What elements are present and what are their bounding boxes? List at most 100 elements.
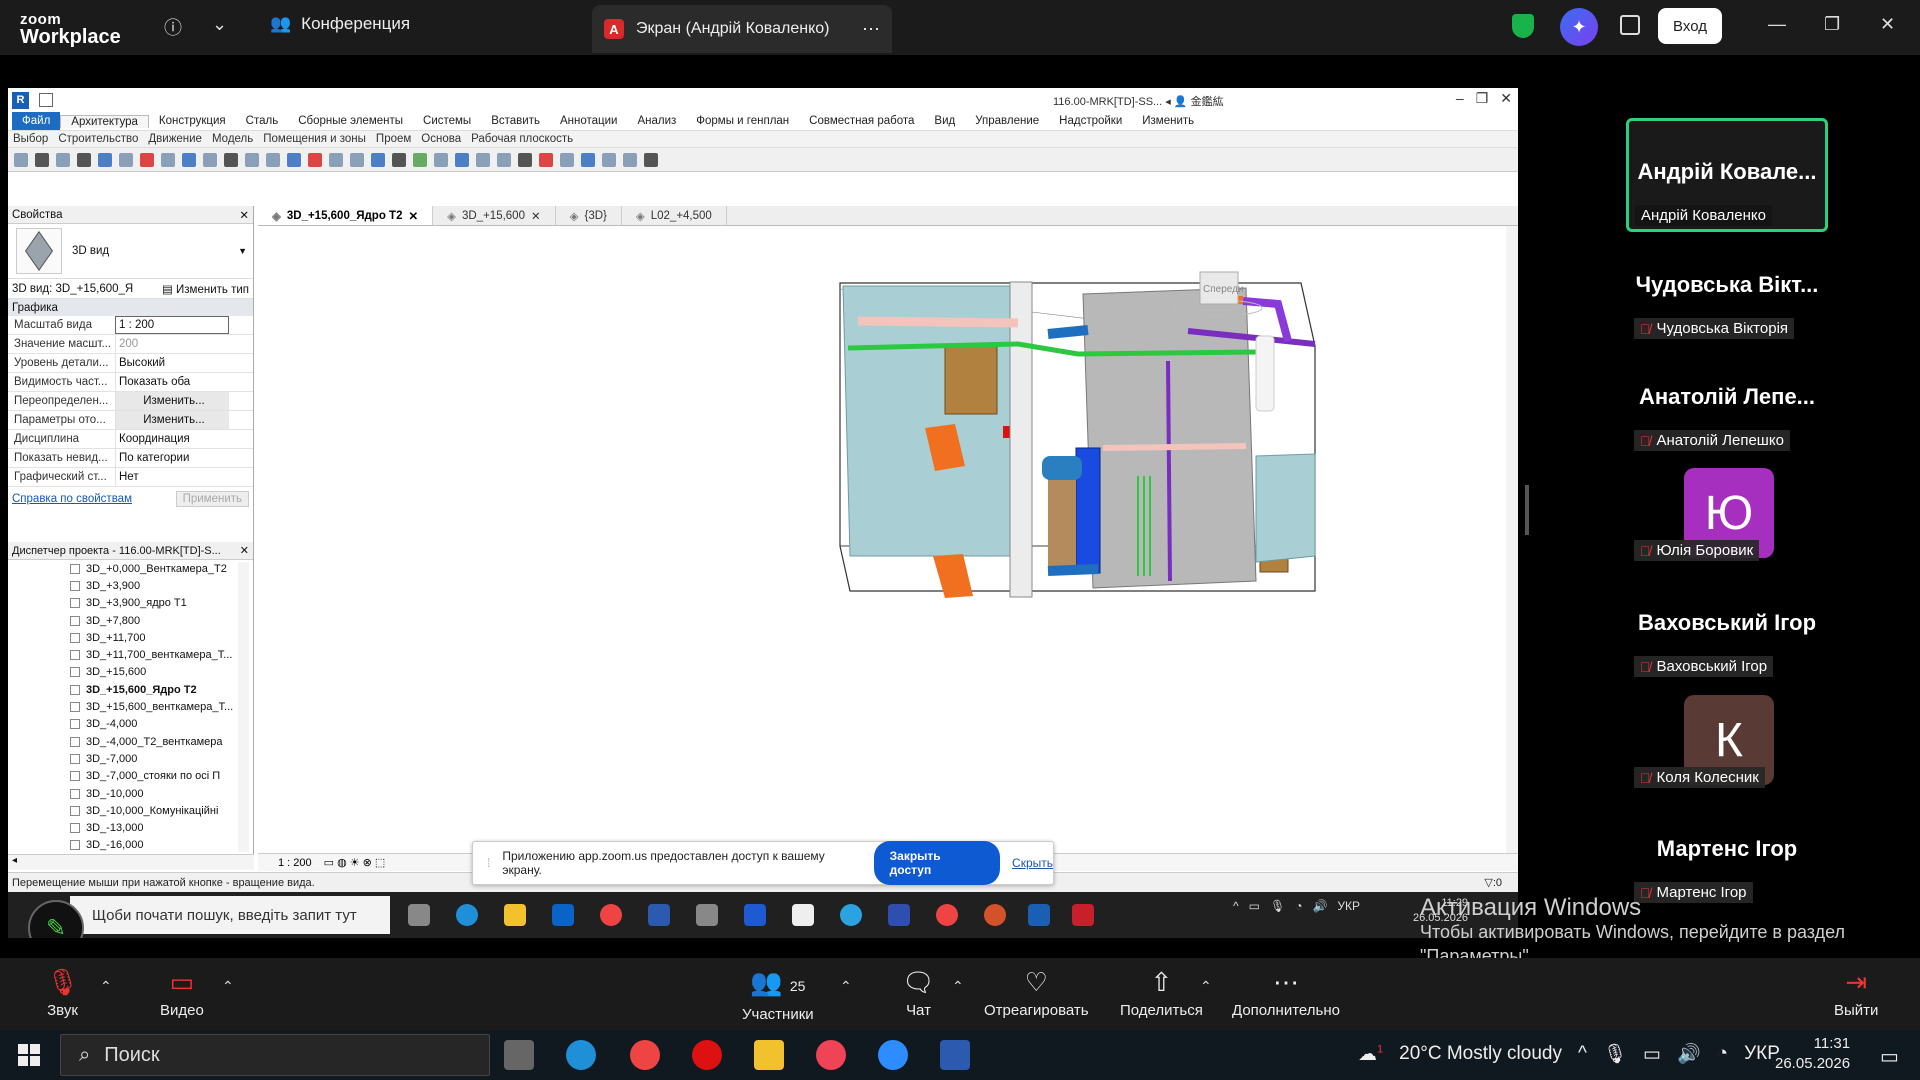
task-view-icon[interactable]: [504, 1040, 534, 1070]
toolbar-tool-icon[interactable]: [287, 152, 301, 167]
browser-view-item[interactable]: 3D_+3,900: [8, 577, 253, 594]
ribbon-subtab[interactable]: Выбор: [8, 133, 53, 145]
tray-chevron-icon[interactable]: ^: [1578, 1043, 1587, 1065]
ribbon-subtab[interactable]: Помещения и зоны: [258, 133, 371, 145]
type-selector[interactable]: 3D вид ▼: [8, 224, 253, 279]
chrome-taskbar-icon[interactable]: [630, 1040, 660, 1070]
browser-view-item[interactable]: 3D_+11,700_венткамера_Т...: [8, 646, 253, 663]
ribbon-subtab[interactable]: Проем: [371, 133, 416, 145]
ribbon-tab[interactable]: Управление: [965, 115, 1049, 127]
participant-tile[interactable]: Андрій Ковале... Андрій Коваленко: [1626, 118, 1828, 232]
panel-splitter[interactable]: [1525, 485, 1529, 535]
revit-close-icon[interactable]: ✕: [1500, 90, 1512, 107]
toolbar-tool-icon[interactable]: [98, 152, 112, 167]
explorer-icon[interactable]: [504, 904, 526, 926]
revit-minimize-icon[interactable]: –: [1456, 90, 1464, 107]
toolbar-tool-icon[interactable]: [140, 152, 154, 167]
view-tab[interactable]: ◈ {3D}: [556, 206, 622, 225]
weather-text[interactable]: 20°C Mostly cloudy: [1399, 1043, 1562, 1065]
view-scale[interactable]: 1 : 200: [278, 857, 312, 869]
ribbon-tab[interactable]: Аннотации: [550, 115, 627, 127]
participant-tile[interactable]: Чудовська Вікт... 🎙̸ Чудовська Вікторія: [1626, 272, 1828, 339]
type-dropdown-icon[interactable]: ▼: [238, 246, 247, 256]
toolbar-tool-icon[interactable]: [371, 152, 385, 167]
toolbar-tool-icon[interactable]: [77, 152, 91, 167]
participant-tile[interactable]: Ваховський Ігор 🎙̸ Ваховський Ігор: [1626, 610, 1828, 677]
toolbar-tool-icon[interactable]: [581, 152, 595, 167]
telegram-icon[interactable]: [840, 904, 862, 926]
explorer-taskbar-icon[interactable]: [754, 1040, 784, 1070]
more-options-icon[interactable]: ⋯: [862, 19, 880, 40]
close-tab-icon[interactable]: ✕: [531, 209, 541, 223]
ribbon-tab[interactable]: Конструкция: [149, 115, 236, 127]
toolbar-tool-icon[interactable]: [182, 152, 196, 167]
ribbon-tab[interactable]: Архитектура: [60, 114, 149, 128]
windows-clock[interactable]: 11:31 26.05.2026: [1775, 1034, 1850, 1074]
ribbon-subtab[interactable]: Движение: [143, 133, 207, 145]
toolbar-tool-icon[interactable]: [161, 152, 175, 167]
browser-view-item[interactable]: 3D_+0,000_Венткамера_Т2: [8, 560, 253, 577]
property-value[interactable]: Изменить...: [115, 392, 229, 410]
toolbar-tool-icon[interactable]: [497, 152, 511, 167]
toolbar-tool-icon[interactable]: [602, 152, 616, 167]
selection-filter[interactable]: ▽:0: [1484, 876, 1502, 889]
drag-handle-icon[interactable]: ⁞: [487, 856, 490, 870]
toolbar-tool-icon[interactable]: [518, 152, 532, 167]
toolbar-tool-icon[interactable]: [455, 152, 469, 167]
powerpoint-icon[interactable]: [984, 904, 1006, 926]
start-button-icon[interactable]: [18, 1044, 40, 1066]
view-tab[interactable]: ◈ 3D_+15,600_Ядро Т2 ✕: [258, 206, 434, 225]
screen-share-tab[interactable]: A Экран (Андрій Коваленко) ⋯: [592, 5, 892, 53]
toolbar-tool-icon[interactable]: [392, 152, 406, 167]
toolbar-tool-icon[interactable]: [560, 152, 574, 167]
toolbar-tool-icon[interactable]: [14, 152, 28, 167]
participant-tile[interactable]: Мартенс Ігор 🎙̸ Мартенс Ігор: [1626, 836, 1828, 903]
graphics-group-header[interactable]: Графика: [8, 299, 253, 316]
browser-view-item[interactable]: 3D_-4,000_Т2_венткамера: [8, 733, 253, 750]
chrome-icon[interactable]: [600, 904, 622, 926]
browser-view-item[interactable]: 3D_+7,800: [8, 612, 253, 629]
ribbon-subtab[interactable]: Рабочая плоскость: [466, 133, 578, 145]
encryption-shield-icon[interactable]: [1512, 14, 1534, 38]
ribbon-tab[interactable]: Совместная работа: [799, 115, 924, 127]
chat-options-icon[interactable]: ⌃: [952, 978, 964, 995]
quick-access-icon[interactable]: [39, 93, 53, 107]
toolbar-tool-icon[interactable]: [203, 152, 217, 167]
info-icon[interactable]: ⓘ: [164, 14, 182, 40]
zoom-taskbar-icon[interactable]: [878, 1040, 908, 1070]
close-icon[interactable]: ✕: [1880, 14, 1895, 35]
toolbar-tool-icon[interactable]: [623, 152, 637, 167]
ribbon-tab[interactable]: Формы и генплан: [686, 115, 799, 127]
login-button[interactable]: Вход: [1658, 8, 1722, 44]
navigation-bar[interactable]: [1255, 335, 1275, 412]
toolbar-tool-icon[interactable]: [476, 152, 490, 167]
task-view-icon[interactable]: [408, 904, 430, 926]
notifications-icon[interactable]: ▭: [1880, 1044, 1899, 1069]
ribbon-tab[interactable]: Надстройки: [1049, 115, 1132, 127]
participants-button[interactable]: 👥 25 Участники: [742, 968, 814, 1023]
remote-search-box[interactable]: Щоби почати пошук, введіть запит тут: [70, 896, 390, 934]
participants-options-icon[interactable]: ⌃: [840, 978, 852, 995]
viewport-scrollbar[interactable]: [1506, 226, 1518, 853]
share-button[interactable]: ⇧ Поделиться: [1120, 968, 1203, 1019]
toolbar-tool-icon[interactable]: [245, 152, 259, 167]
toolbar-tool-icon[interactable]: [644, 152, 658, 167]
word-taskbar-icon[interactable]: [940, 1040, 970, 1070]
ribbon-subtab[interactable]: Основа: [416, 133, 466, 145]
ribbon-tab[interactable]: Анализ: [627, 115, 686, 127]
browser-view-item[interactable]: 3D_-13,000: [8, 819, 253, 836]
toolbar-tool-icon[interactable]: [35, 152, 49, 167]
windows-search-box[interactable]: ⌕ Поиск: [60, 1034, 490, 1076]
participant-tile[interactable]: Анатолій Лепе... 🎙̸ Анатолій Лепешко: [1626, 384, 1828, 451]
volume-icon[interactable]: 🔊: [1312, 899, 1327, 913]
opera-taskbar-icon[interactable]: [692, 1040, 722, 1070]
share-options-icon[interactable]: ⌃: [1200, 978, 1212, 995]
tray-chevron-icon[interactable]: ^: [1233, 899, 1239, 913]
browser-view-item[interactable]: 3D_-10,000_Комунікаційні: [8, 802, 253, 819]
view-layout-icon[interactable]: [1620, 15, 1640, 35]
video-options-icon[interactable]: ⌃: [222, 978, 234, 995]
edge-taskbar-icon[interactable]: [566, 1040, 596, 1070]
autocad-icon[interactable]: [1072, 904, 1094, 926]
browser-view-item[interactable]: 3D_-10,000: [8, 785, 253, 802]
viewcube-label[interactable]: Спереди: [1203, 284, 1244, 295]
